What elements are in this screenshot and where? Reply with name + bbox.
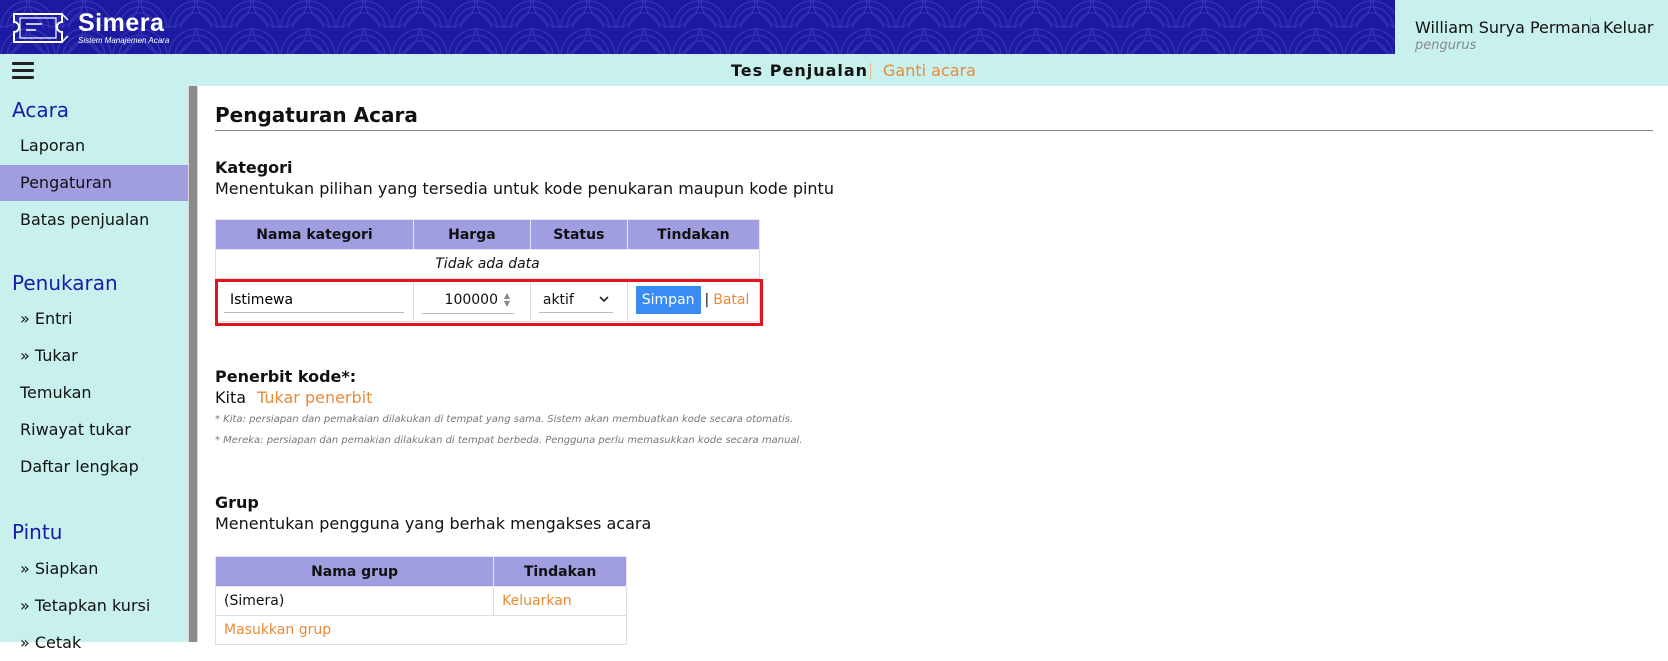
- save-button[interactable]: Simpan: [635, 286, 701, 314]
- sidebar-item-laporan[interactable]: Laporan: [0, 128, 188, 164]
- action-cell: Simpan | Batal: [626, 278, 761, 322]
- user-role: pengurus: [1415, 38, 1477, 53]
- brand-tagline: Sistem Manajemen Acara: [78, 36, 170, 45]
- sidebar-item-entri[interactable]: » Entri: [0, 301, 188, 337]
- sidebar-item-tukar[interactable]: » Tukar: [0, 338, 188, 374]
- column-header: Tindakan: [493, 556, 627, 587]
- penerbit-heading: Penerbit kode*:: [215, 367, 357, 386]
- table-row: (Simera) Keluarkan: [214, 586, 627, 616]
- page-title: Pengaturan Acara: [215, 103, 418, 127]
- column-header[interactable]: Status: [529, 219, 628, 250]
- cancel-link[interactable]: Batal: [713, 292, 749, 308]
- column-header[interactable]: Harga: [412, 219, 531, 250]
- publisher-note: * Mereka: persiapan dan pemakian dilakuk…: [215, 435, 803, 446]
- empty-message: Tidak ada data: [215, 249, 760, 279]
- kategori-description: Menentukan pilihan yang tersedia untuk k…: [215, 179, 834, 198]
- scrollbar-thumb[interactable]: [189, 86, 197, 642]
- category-name-input[interactable]: [224, 287, 404, 313]
- table-header-row: Nama grup Tindakan: [214, 556, 627, 587]
- publisher-note: * Kita: persiapan dan pemakaian dilakuka…: [215, 414, 794, 425]
- price-value: 100000: [444, 291, 498, 308]
- table-header-row: Nama kategori Harga Status Tindakan: [215, 219, 761, 250]
- sidebar-item-temukan[interactable]: Temukan: [0, 375, 188, 411]
- action-separator: |: [704, 292, 710, 308]
- current-event-name: Tes Penjualan: [731, 61, 869, 80]
- top-header: Simera Sistem Manajemen Acara: [0, 0, 1395, 54]
- sidebar-item-batas-penjualan[interactable]: Batas penjualan: [0, 202, 188, 238]
- add-group-cell: Masukkan grup: [215, 615, 627, 645]
- remove-group-link[interactable]: Keluarkan: [493, 586, 627, 616]
- column-header[interactable]: Nama grup: [214, 556, 495, 587]
- status-cell: aktif: [529, 278, 628, 322]
- event-bar: Tes Penjualan Ganti acara: [0, 54, 1668, 86]
- grup-table: Nama grup Tindakan (Simera) Keluarkan Ma…: [214, 556, 627, 645]
- sidebar-item-riwayat-tukar[interactable]: Riwayat tukar: [0, 412, 188, 448]
- sidebar-item-pengaturan[interactable]: Pengaturan: [0, 165, 188, 201]
- hamburger-menu-icon[interactable]: [12, 62, 34, 80]
- user-box: William Surya Permana Keluar pengurus: [1395, 0, 1668, 54]
- divider: [870, 63, 871, 79]
- sidebar-section-acara: Acara: [12, 98, 70, 122]
- sidebar-section-pintu: Pintu: [12, 520, 63, 544]
- change-event-link[interactable]: Ganti acara: [883, 61, 976, 80]
- category-edit-row: 100000 ▲▼ aktif Simpan|Batal: [215, 278, 761, 322]
- sidebar-scrollbar[interactable]: [188, 86, 198, 642]
- sidebar-item-siapkan[interactable]: » Siapkan: [0, 551, 188, 587]
- table-row: Masukkan grup: [215, 615, 627, 645]
- user-name[interactable]: William Surya Permana: [1415, 18, 1601, 37]
- status-selected-value: aktif: [542, 291, 574, 308]
- chevron-down-icon: [599, 296, 609, 303]
- divider: [1590, 17, 1591, 35]
- sidebar-item-cetak[interactable]: » Cetak: [0, 625, 188, 661]
- brand-logo[interactable]: Simera Sistem Manajemen Acara: [12, 10, 169, 46]
- main-content: Pengaturan Acara Kategori Menentukan pil…: [198, 86, 1668, 645]
- sidebar-section-penukaran: Penukaran: [12, 271, 118, 295]
- price-input[interactable]: 100000 ▲ ▼: [421, 287, 514, 314]
- empty-row: Tidak ada data: [215, 249, 760, 279]
- divider: [215, 130, 1653, 131]
- name-cell: [215, 278, 414, 322]
- penerbit-current: Kita: [215, 388, 247, 407]
- status-select[interactable]: aktif: [538, 287, 613, 313]
- column-header[interactable]: Nama kategori: [215, 219, 414, 250]
- sidebar-item-tetapkan-kursi[interactable]: » Tetapkan kursi: [0, 588, 188, 624]
- switch-publisher-link[interactable]: Tukar penerbit: [257, 388, 372, 407]
- header-wave-pattern: [0, 0, 1395, 54]
- sidebar-item-daftar-lengkap[interactable]: Daftar lengkap: [0, 449, 188, 485]
- grup-description: Menentukan pengguna yang berhak mengakse…: [215, 514, 652, 533]
- column-header: Tindakan: [626, 219, 761, 250]
- logout-link[interactable]: Keluar: [1603, 18, 1654, 37]
- price-cell: 100000 ▲ ▼: [412, 278, 531, 322]
- group-name: (Simera): [214, 586, 495, 616]
- kategori-heading: Kategori: [215, 158, 293, 177]
- sidebar: Acara Laporan Pengaturan Batas penjualan…: [0, 86, 188, 652]
- grup-heading: Grup: [215, 493, 259, 512]
- brand-name: Simera: [78, 9, 165, 37]
- add-group-link[interactable]: Masukkan grup: [224, 622, 331, 638]
- number-stepper-icon[interactable]: ▲ ▼: [500, 291, 514, 309]
- remove-group-label[interactable]: Keluarkan: [502, 593, 572, 609]
- kategori-table: Nama kategori Harga Status Tindakan Tida…: [215, 219, 761, 322]
- ticket-logo-icon: [13, 13, 69, 43]
